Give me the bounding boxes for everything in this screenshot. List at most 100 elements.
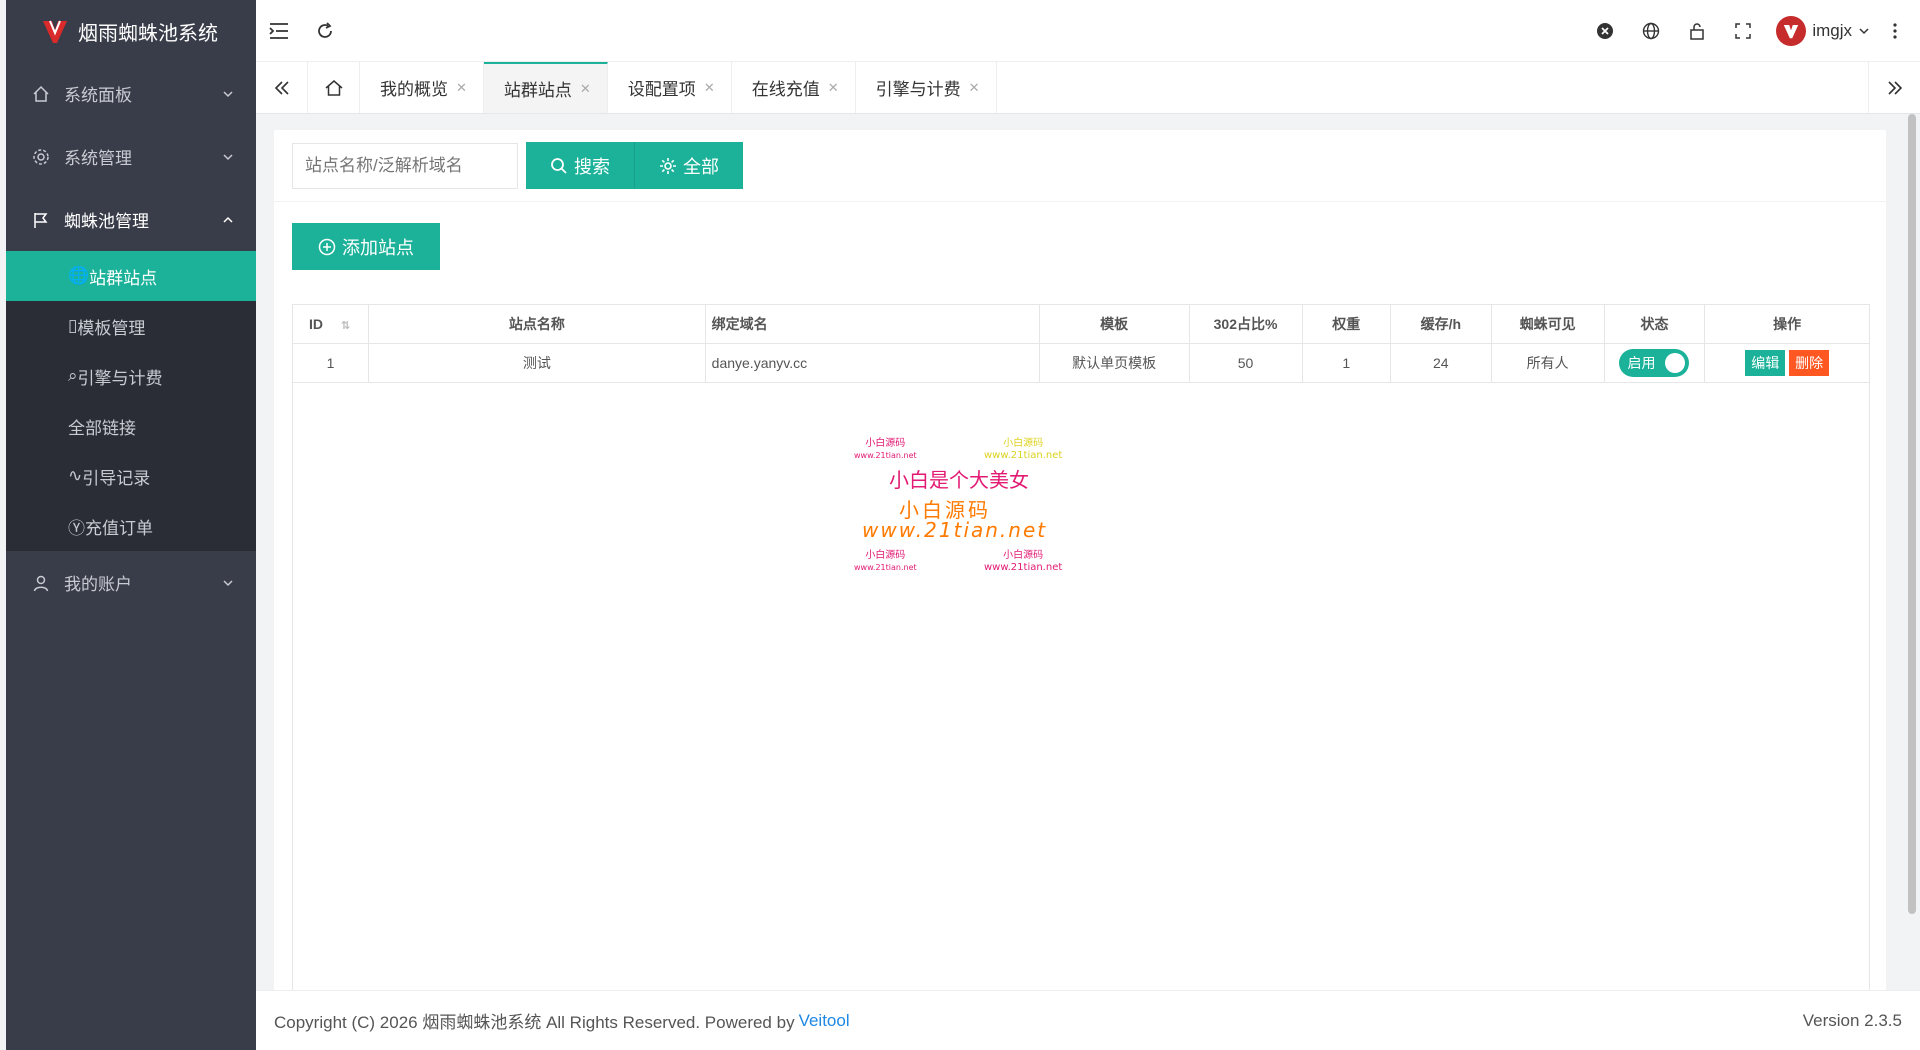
brand[interactable]: 烟雨蜘蛛池系统 — [6, 0, 256, 62]
sidebar-item-label: 我的账户 — [64, 575, 132, 594]
spider-subnav: 🌐 站群站点 ▯ 模板管理 ⌕ 引擎与计费 全部链接 ∿ 引导记录 Ⓨ 充值订单 — [6, 251, 256, 551]
col-weight: 权重 — [1301, 304, 1391, 344]
cell-status: 启用 — [1603, 343, 1706, 383]
plus-circle-icon — [318, 238, 336, 255]
tab-label: 设配置项 — [627, 80, 696, 99]
sites-table: ID ⇅ 站点名称 绑定域名 模板 302占比% 权重 缓存/h 蜘蛛可见 状态… — [291, 304, 1870, 383]
search-icon — [551, 157, 567, 174]
delete-button[interactable]: 删除 — [1789, 350, 1830, 376]
template-icon: ▯ — [68, 316, 78, 335]
pulse-icon: ∿ — [68, 466, 83, 485]
table-frame — [292, 304, 1870, 990]
footer: Copyright (C) 2026 烟雨蜘蛛池系统 All Rights Re… — [256, 990, 1920, 1050]
powered-link[interactable]: Veitool — [799, 1011, 850, 1031]
sidebar-item-label: 全部链接 — [68, 418, 136, 438]
table-header-row: ID ⇅ 站点名称 绑定域名 模板 302占比% 权重 缓存/h 蜘蛛可见 状态… — [291, 304, 1870, 344]
cell-weight: 1 — [1301, 343, 1391, 383]
sidebar-item-dashboard[interactable]: 系统面板 — [6, 62, 256, 125]
home-icon — [30, 83, 52, 105]
sidebar-item-label: 系统面板 — [64, 86, 132, 105]
tab-config[interactable]: 设配置项 ✕ — [608, 62, 732, 113]
user-menu[interactable]: imgjx — [1766, 15, 1880, 46]
scrollbar[interactable] — [1908, 114, 1916, 914]
watermark: 小白源码 www.21tian.net 小白源码 www.21tian.net … — [834, 438, 1084, 588]
cell-id: 1 — [291, 343, 370, 383]
clear-cache-icon[interactable] — [1582, 0, 1628, 62]
chevron-down-icon — [223, 579, 233, 586]
watermark-small-2: 小白源码 www.21tian.net — [984, 438, 1063, 461]
user-icon — [30, 572, 52, 594]
sidebar-item-system[interactable]: 系统管理 — [6, 125, 256, 188]
sidebar-item-orders[interactable]: Ⓨ 充值订单 — [6, 501, 256, 551]
cell-template: 默认单页模板 — [1038, 343, 1190, 383]
close-icon[interactable]: ✕ — [456, 80, 467, 96]
gear-icon — [660, 157, 676, 174]
watermark-small-3: 小白源码 www.21tian.net — [854, 550, 917, 572]
search-button-label: 搜索 — [574, 156, 610, 177]
menu-toggle-icon[interactable] — [256, 0, 302, 62]
tab-scroll-right-icon[interactable] — [1868, 62, 1920, 113]
sidebar-item-guide-records[interactable]: ∿ 引导记录 — [6, 451, 256, 501]
tab-label: 站群站点 — [503, 81, 572, 100]
sort-icon[interactable]: ⇅ — [341, 320, 350, 332]
tab-spacer — [997, 62, 1868, 113]
watermark-small-1: 小白源码 www.21tian.net — [854, 438, 917, 460]
tab-scroll-left-icon[interactable] — [256, 62, 308, 113]
tab-recharge[interactable]: 在线充值 ✕ — [732, 62, 856, 113]
sidebar-item-label: 引擎与计费 — [77, 368, 163, 388]
add-site-label: 添加站点 — [342, 237, 414, 258]
gear-icon — [30, 146, 52, 168]
tab-home-icon[interactable] — [308, 62, 360, 113]
tab-engines[interactable]: 引擎与计费 ✕ — [856, 62, 997, 113]
main-content: 搜索 全部 添加站点 ID ⇅ — [256, 114, 1904, 990]
refresh-icon[interactable] — [302, 0, 348, 62]
flag-icon — [30, 209, 52, 231]
chevron-up-icon — [223, 216, 233, 223]
close-icon[interactable]: ✕ — [704, 80, 715, 96]
sidebar-item-label: 模板管理 — [77, 318, 146, 338]
tab-label: 我的概览 — [380, 80, 448, 99]
top-header: imgjx — [256, 0, 1920, 62]
toggle-knob — [1665, 353, 1686, 373]
status-toggle[interactable]: 启用 — [1619, 349, 1690, 377]
globe-icon[interactable] — [1628, 0, 1674, 62]
brand-title: 烟雨蜘蛛池系统 — [78, 22, 218, 45]
sidebar-item-label: 系统管理 — [64, 149, 132, 168]
close-icon[interactable]: ✕ — [828, 80, 839, 96]
sidebar-item-spider[interactable]: 蜘蛛池管理 — [6, 188, 256, 251]
search-input[interactable] — [292, 142, 518, 189]
col-domain: 绑定域名 — [704, 304, 1040, 344]
sidebar-item-links[interactable]: 全部链接 — [6, 401, 256, 451]
col-visible: 蜘蛛可见 — [1490, 304, 1605, 344]
sidebar-item-label: 站群站点 — [89, 268, 158, 288]
cell-name: 测试 — [368, 343, 706, 383]
show-all-label: 全部 — [683, 156, 719, 177]
edit-button[interactable]: 编辑 — [1745, 350, 1786, 376]
tab-overview[interactable]: 我的概览 ✕ — [360, 62, 484, 113]
fullscreen-icon[interactable] — [1720, 0, 1766, 62]
watermark-small-4: 小白源码 www.21tian.net — [984, 550, 1063, 573]
version-text: Version 2.3.5 — [1802, 1010, 1902, 1030]
sidebar: 烟雨蜘蛛池系统 系统面板 系统管理 蜘蛛池管理 🌐 站群站点 ▯ 模板管理 ⌕ … — [6, 0, 256, 1050]
table-row: 1 测试 danye.yanyv.cc 默认单页模板 50 1 24 所有人 启… — [291, 343, 1870, 383]
search-button[interactable]: 搜索 — [526, 142, 635, 189]
add-site-button[interactable]: 添加站点 — [292, 223, 440, 270]
search-icon: ⌕ — [68, 366, 78, 385]
tab-sites[interactable]: 站群站点 ✕ — [483, 62, 608, 113]
watermark-mid-url: www.21tian.net — [862, 518, 1048, 542]
sidebar-item-templates[interactable]: ▯ 模板管理 — [6, 301, 256, 351]
col-name: 站点名称 — [368, 304, 706, 344]
close-icon[interactable]: ✕ — [580, 81, 591, 97]
tab-label: 在线充值 — [751, 80, 820, 99]
close-icon[interactable]: ✕ — [969, 80, 980, 96]
sidebar-item-sites[interactable]: 🌐 站群站点 — [6, 251, 256, 301]
lock-icon[interactable] — [1674, 0, 1720, 62]
tab-bar: 我的概览 ✕ 站群站点 ✕ 设配置项 ✕ 在线充值 ✕ 引擎与计费 ✕ — [256, 62, 1920, 114]
watermark-title: 小白是个大美女 — [889, 468, 1029, 492]
sidebar-item-label: 充值订单 — [85, 518, 153, 538]
sidebar-item-engines[interactable]: ⌕ 引擎与计费 — [6, 351, 256, 401]
show-all-button[interactable]: 全部 — [635, 142, 743, 189]
col-id[interactable]: ID ⇅ — [291, 304, 370, 344]
more-icon[interactable] — [1880, 0, 1910, 62]
sidebar-item-account[interactable]: 我的账户 — [6, 551, 256, 614]
